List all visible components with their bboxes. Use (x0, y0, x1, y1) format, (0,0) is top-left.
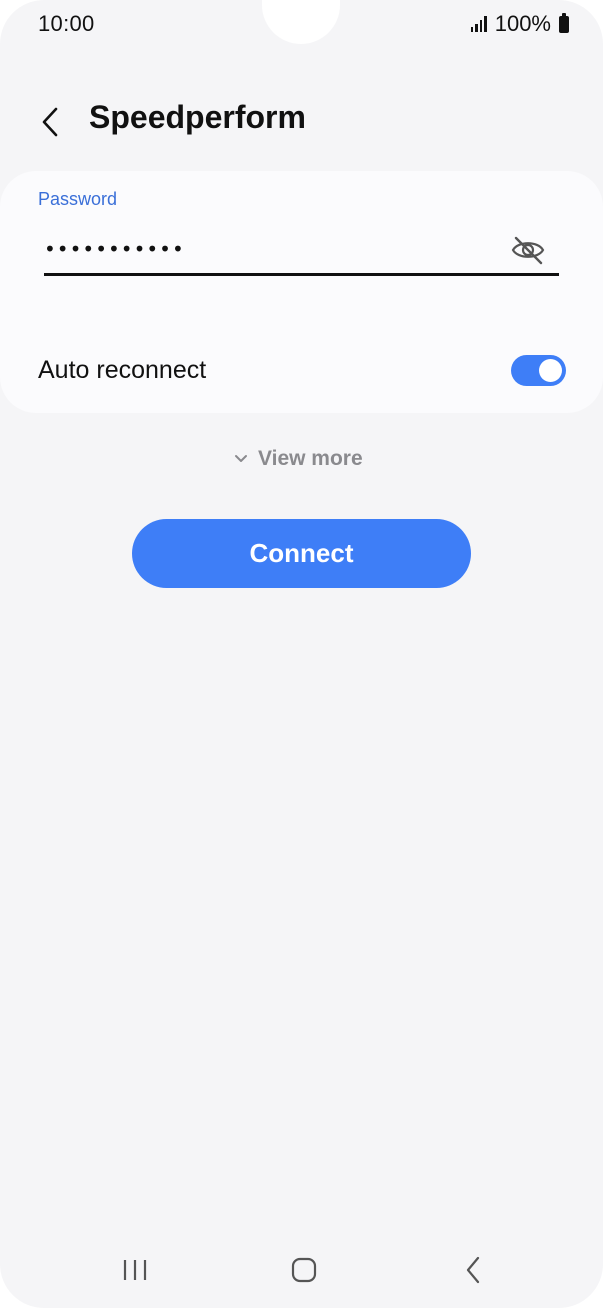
toggle-password-visibility-button[interactable] (508, 233, 548, 267)
home-icon (291, 1257, 317, 1283)
page-title: Speedperform (89, 99, 306, 135)
recents-icon (123, 1260, 147, 1280)
view-more-button[interactable]: View more (234, 447, 363, 471)
screen: 10:00 100% Speedperform Password Auto re… (0, 0, 603, 1308)
signal-icon (470, 16, 487, 32)
status-icons: 100% (470, 11, 569, 37)
status-time: 10:00 (38, 11, 95, 36)
nav-back-button[interactable] (443, 1250, 503, 1290)
view-more-label: View more (258, 447, 363, 470)
auto-reconnect-label: Auto reconnect (38, 356, 207, 384)
camera-notch (262, 0, 340, 44)
chevron-left-icon (42, 107, 58, 137)
back-button[interactable] (30, 100, 70, 144)
auto-reconnect-toggle[interactable] (511, 355, 566, 386)
nav-recents-button[interactable] (105, 1250, 165, 1290)
password-input[interactable] (44, 230, 494, 268)
nav-home-button[interactable] (274, 1250, 334, 1290)
battery-icon (559, 12, 569, 33)
battery-percentage: 100% (494, 11, 551, 36)
nav-back-icon (466, 1256, 480, 1284)
password-label: Password (38, 189, 118, 209)
eye-off-icon (511, 236, 545, 265)
connect-button[interactable]: Connect (132, 519, 471, 588)
toggle-knob (539, 359, 562, 382)
chevron-down-icon (235, 455, 247, 462)
password-underline (44, 273, 559, 276)
